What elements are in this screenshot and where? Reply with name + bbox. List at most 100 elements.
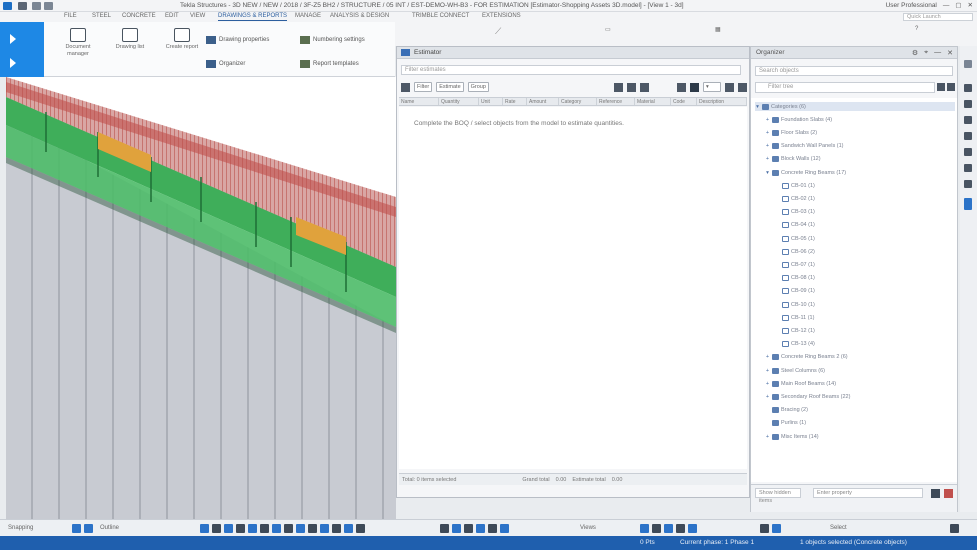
snapping-label[interactable]: Snapping	[8, 525, 33, 531]
tree-item[interactable]: ▾ Categories (6)	[755, 102, 955, 111]
estimator-titlebar[interactable]: Estimator	[397, 47, 749, 59]
collapse-toggle-icon[interactable]: ▾	[765, 170, 770, 176]
tool-icon-10[interactable]	[308, 524, 317, 533]
organizer-search-input[interactable]: Search objects	[755, 66, 953, 76]
create-report-button[interactable]: Create report	[162, 28, 202, 51]
undo-icon[interactable]	[32, 2, 41, 10]
tool-icon-24[interactable]	[676, 524, 685, 533]
select-label[interactable]: Select	[830, 525, 847, 531]
tool-icon-25[interactable]	[688, 524, 697, 533]
save-icon[interactable]	[18, 2, 27, 10]
tree-item[interactable]: + Main Roof Beams (14)	[765, 379, 836, 388]
snap-icon-1[interactable]	[72, 524, 81, 533]
tree-item[interactable]: CB-04 (1)	[775, 221, 815, 230]
tree-item[interactable]: + Floor Slabs (2)	[765, 128, 817, 137]
snap-icon-2[interactable]	[84, 524, 93, 533]
group-button[interactable]: Group	[467, 82, 489, 92]
minimize-icon[interactable]: —	[943, 2, 950, 9]
tab-edit[interactable]: EDIT	[165, 13, 179, 19]
tool-icon-14[interactable]	[356, 524, 365, 533]
col-material[interactable]: Material	[635, 98, 671, 105]
tree-item[interactable]: CB-10 (1)	[775, 300, 815, 309]
tree-item[interactable]: + Block Walls (12)	[765, 155, 821, 164]
col-description[interactable]: Description	[697, 98, 747, 105]
tree-item[interactable]: + Misc Items (14)	[765, 432, 819, 441]
tab-steel[interactable]: STEEL	[92, 13, 111, 19]
help-icon[interactable]: ?	[915, 26, 918, 32]
tab-view[interactable]: VIEW	[190, 13, 205, 19]
tree-item[interactable]: CB-06 (2)	[775, 247, 815, 256]
tab-trimble-connect[interactable]: TRIMBLE CONNECT	[412, 13, 469, 19]
organizer-header[interactable]: Organizer ⚙ ⌖ — ✕	[751, 47, 957, 59]
expand-toggle-icon[interactable]: +	[765, 354, 770, 360]
panel-icon-6[interactable]	[964, 148, 972, 156]
expand-icon[interactable]	[614, 82, 623, 92]
view-toggle-icon[interactable]: ▭	[605, 26, 611, 33]
tree-item[interactable]: CB-01 (1)	[775, 181, 815, 190]
panel-icon-5[interactable]	[964, 132, 972, 140]
tool-icon-19[interactable]	[488, 524, 497, 533]
report-templates-button[interactable]: Report templates	[300, 60, 359, 68]
expand-toggle-icon[interactable]: +	[765, 143, 770, 149]
estimator-search-input[interactable]: Filter estimates	[401, 65, 741, 75]
options-icon[interactable]	[738, 82, 747, 92]
collapse-icon[interactable]	[627, 82, 636, 92]
panel-icon-3[interactable]	[964, 100, 972, 108]
measure-tool-icon[interactable]: ⟋	[495, 26, 501, 37]
model-viewport[interactable]	[6, 77, 396, 519]
tree-item[interactable]: CB-12 (1)	[775, 326, 815, 335]
tree-item[interactable]: CB-07 (1)	[775, 260, 815, 269]
tool-icon-15[interactable]	[440, 524, 449, 533]
tool-icon-2[interactable]	[212, 524, 221, 533]
tab-manage[interactable]: MANAGE	[295, 13, 321, 19]
tree-item[interactable]: CB-09 (1)	[775, 287, 815, 296]
tree-item[interactable]: CB-13 (4)	[775, 340, 815, 349]
tab-extensions[interactable]: EXTENSIONS	[482, 13, 521, 19]
col-amount[interactable]: Amount	[527, 98, 559, 105]
show-hidden-field[interactable]: Show hidden items	[755, 488, 801, 504]
col-code[interactable]: Code	[671, 98, 697, 105]
close-icon[interactable]: ✕	[968, 1, 973, 9]
expand-toggle-icon[interactable]: +	[765, 434, 770, 440]
col-quantity[interactable]: Quantity	[439, 98, 479, 105]
organizer-filter-input[interactable]: Filter tree	[755, 82, 935, 93]
tool-icon-12[interactable]	[332, 524, 341, 533]
organizer-pin-icon[interactable]: ⌖	[924, 49, 928, 57]
panel-icon-4[interactable]	[964, 116, 972, 124]
tree-item[interactable]: Purlins (1)	[765, 419, 806, 428]
tree-item[interactable]: + Sandwich Wall Panels (1)	[765, 142, 843, 151]
tab-file[interactable]: FILE	[64, 13, 77, 19]
estimate-button[interactable]: Estimate	[436, 82, 464, 92]
organizer-close-icon[interactable]: ✕	[947, 49, 953, 57]
tree-item[interactable]: CB-11 (1)	[775, 313, 814, 322]
apply-icon[interactable]	[931, 489, 940, 498]
tool-icon-4[interactable]	[236, 524, 245, 533]
clear-icon[interactable]	[944, 489, 953, 498]
col-category[interactable]: Category	[559, 98, 597, 105]
tool-icon-28[interactable]	[950, 524, 959, 533]
panel-icon-8[interactable]	[964, 180, 972, 188]
tool-icon-3[interactable]	[224, 524, 233, 533]
col-unit[interactable]: Unit	[479, 98, 503, 105]
document-manager-button[interactable]: Document manager	[58, 28, 98, 58]
tool-icon-18[interactable]	[476, 524, 485, 533]
table-view-icon[interactable]	[690, 82, 699, 92]
redo-icon[interactable]	[44, 2, 53, 10]
tool-icon-16[interactable]	[452, 524, 461, 533]
tree-item[interactable]: CB-02 (1)	[775, 194, 815, 203]
collapse-toggle-icon[interactable]: ▾	[755, 104, 760, 110]
tool-icon-23[interactable]	[664, 524, 673, 533]
print-icon[interactable]	[725, 82, 734, 92]
filter-button[interactable]: Filter	[414, 82, 433, 92]
expand-toggle-icon[interactable]: +	[765, 156, 770, 162]
drawing-properties-button[interactable]: Drawing properties	[206, 36, 269, 44]
layout-icon[interactable]: ▦	[715, 26, 721, 33]
col-reference[interactable]: Reference	[597, 98, 635, 105]
organizer-panel-icon[interactable]	[964, 198, 972, 210]
maximize-icon[interactable]: ▢	[955, 1, 961, 9]
tab-analysis-design[interactable]: ANALYSIS & DESIGN	[330, 13, 389, 19]
organizer-refresh-icon[interactable]	[937, 83, 945, 91]
tool-icon-5[interactable]	[248, 524, 257, 533]
expand-toggle-icon[interactable]: +	[765, 368, 770, 374]
estimator-settings-icon[interactable]	[401, 82, 410, 92]
